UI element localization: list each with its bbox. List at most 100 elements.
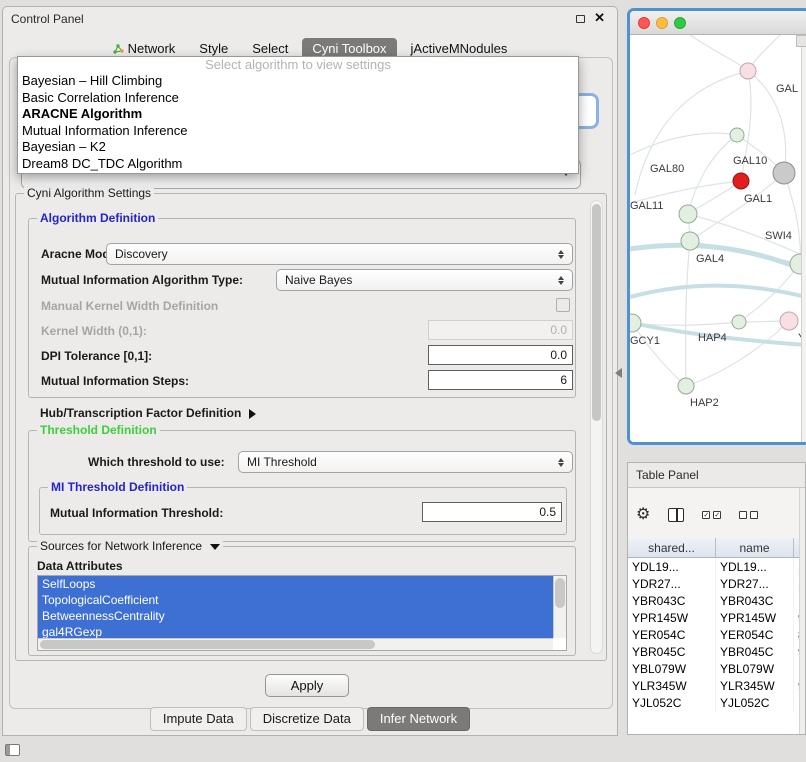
network-node[interactable] [730, 128, 744, 142]
table-cell: YBR045C [628, 643, 716, 660]
settings-scrollbar-thumb[interactable] [592, 204, 601, 421]
aracne-mode-combo[interactable]: Discovery [106, 243, 573, 265]
algorithm-option[interactable]: ARACNE Algorithm [18, 106, 578, 123]
algorithm-option[interactable]: Mutual Information Inference [18, 123, 578, 140]
table-panel-window: Table Panel ⚙ ✓ ✓ shared...name YDL19...… [627, 462, 806, 735]
network-node-label: GAL4 [696, 253, 724, 265]
network-node[interactable] [678, 378, 694, 394]
mi-steps-label: Mutual Information Steps: [41, 374, 189, 388]
panel-collapse-arrow-icon[interactable] [615, 368, 622, 378]
data-attributes-list: SelfLoopsTopologicalCoefficientBetweenne… [37, 575, 567, 651]
mi-threshold-field[interactable]: 0.5 [422, 502, 562, 522]
minimize-traffic-light[interactable] [656, 17, 668, 29]
table-row[interactable]: YBL079WYBL079W [628, 660, 805, 677]
mi-type-combo[interactable]: Naive Bayes [276, 269, 573, 291]
network-edge[interactable] [686, 321, 789, 386]
tab-label: jActiveMNodules [411, 41, 508, 56]
table-row[interactable]: YER054CYER054C8. [628, 626, 805, 643]
mi-threshold-group-title: MI Threshold Definition [48, 480, 187, 494]
network-node[interactable] [780, 312, 798, 330]
deselect-all-checks-icon[interactable] [739, 511, 758, 519]
table-cell: YDL19... [716, 558, 794, 575]
expand-right-icon[interactable] [249, 409, 256, 419]
network-scrollbar[interactable] [801, 35, 806, 442]
algorithm-option[interactable]: Basic Correlation Inference [18, 90, 578, 107]
network-node[interactable] [732, 315, 746, 329]
table-row[interactable]: YJL052CYJL052C [628, 694, 805, 711]
kernel-width-field[interactable]: 0.0 [428, 320, 573, 340]
column-header[interactable]: name [716, 538, 794, 557]
network-node-label: SWI4 [765, 230, 792, 242]
bottom-tab-infer-network[interactable]: Infer Network [367, 707, 470, 731]
sources-group-title: Sources for Network Inference [37, 539, 223, 553]
network-node[interactable] [733, 173, 749, 189]
table-row[interactable]: YBR045CYBR045C9. [628, 643, 805, 660]
dpi-tolerance-field[interactable]: 0.0 [428, 345, 573, 365]
table-cell: YPR145W [716, 609, 794, 626]
table-row[interactable]: YDL19...YDL19...13 [628, 558, 805, 575]
algorithm-dropdown-placeholder: Select algorithm to view settings [18, 57, 578, 73]
float-window-icon[interactable] [576, 15, 585, 23]
birdseye-toggle-icon[interactable] [796, 35, 806, 47]
table-row[interactable]: YLR345WYLR345W9. [628, 677, 805, 694]
collapse-down-icon[interactable] [210, 544, 220, 550]
table-cell: YLR345W [628, 677, 716, 694]
unchecked-box-icon [739, 511, 747, 519]
network-node[interactable] [681, 232, 699, 250]
hub-section-label: Hub/Transcription Factor Definition [40, 406, 241, 420]
close-icon[interactable]: ✕ [594, 10, 605, 26]
mi-type-value: Naive Bayes [277, 273, 553, 287]
manual-kernel-checkbox[interactable] [556, 298, 570, 312]
network-window-titlebar[interactable] [630, 11, 806, 35]
hub-section-row[interactable]: Hub/Transcription Factor Definition [40, 406, 256, 420]
mi-threshold-group: MI Threshold Definition Mutual Informati… [39, 487, 567, 535]
table-cell: YBR045C [716, 643, 794, 660]
bottom-tab-impute-data[interactable]: Impute Data [150, 707, 247, 731]
network-edge[interactable] [630, 133, 737, 155]
table-row[interactable]: YPR145WYPR145W9. [628, 609, 805, 626]
network-node[interactable] [773, 162, 795, 184]
column-header[interactable]: shared... [628, 538, 716, 557]
gear-icon[interactable]: ⚙ [636, 507, 650, 523]
algorithm-option[interactable]: Bayesian – K2 [18, 139, 578, 156]
data-attribute-item[interactable]: TopologicalCoefficient [38, 592, 553, 608]
data-attribute-item[interactable]: SelfLoops [38, 576, 553, 592]
network-edge[interactable] [690, 35, 748, 71]
threshold-definition-title: Threshold Definition [37, 423, 160, 437]
table-cell: YDR27... [716, 575, 794, 592]
table-row[interactable]: YDR27...YDR27...12 [628, 575, 805, 592]
network-edge[interactable] [688, 135, 737, 214]
attribute-list-vscrollbar [553, 576, 566, 638]
network-canvas[interactable]: GALGAL80GAL10GAL11GAL1SWI4GAL4GCY1HAP4YH… [630, 35, 806, 442]
apply-button[interactable]: Apply [265, 674, 349, 697]
algorithm-option[interactable]: Bayesian – Hill Climbing [18, 73, 578, 90]
table-row[interactable]: YBR043CYBR043C [628, 592, 805, 609]
table-scrollbar[interactable] [799, 488, 805, 734]
attribute-list-hscrollbar-thumb[interactable] [40, 640, 375, 649]
zoom-traffic-light[interactable] [674, 17, 686, 29]
attribute-list-vscrollbar-thumb[interactable] [555, 578, 565, 608]
mi-steps-field[interactable]: 6 [428, 370, 573, 390]
data-attribute-item[interactable]: BetweennessCentrality [38, 608, 553, 624]
show-panel-icon[interactable] [5, 744, 20, 756]
network-node-label: GAL [776, 83, 798, 95]
table-header-row: shared...name [628, 538, 805, 558]
network-node[interactable] [630, 314, 641, 332]
table-cell: YBL079W [628, 660, 716, 677]
checked-box-icon: ✓ [702, 511, 710, 519]
table-panel-title: Table Panel [636, 468, 699, 482]
bottom-tab-discretize-data[interactable]: Discretize Data [250, 707, 364, 731]
aracne-mode-value: Discovery [107, 247, 553, 261]
tab-label: Cyni Toolbox [312, 41, 386, 56]
network-node[interactable] [679, 205, 697, 223]
sources-group: Sources for Network Inference Data Attri… [28, 546, 576, 656]
close-traffic-light[interactable] [638, 17, 650, 29]
manual-kernel-label: Manual Kernel Width Definition [41, 299, 218, 313]
network-node[interactable] [740, 63, 756, 79]
select-all-checks-icon[interactable]: ✓ ✓ [702, 511, 721, 519]
algorithm-option[interactable]: Dream8 DC_TDC Algorithm [18, 156, 578, 173]
network-edge[interactable] [685, 241, 690, 386]
network-graph: GALGAL80GAL10GAL11GAL1SWI4GAL4GCY1HAP4YH… [630, 35, 806, 445]
columns-icon[interactable] [668, 508, 684, 522]
which-threshold-combo[interactable]: MI Threshold [238, 451, 573, 473]
